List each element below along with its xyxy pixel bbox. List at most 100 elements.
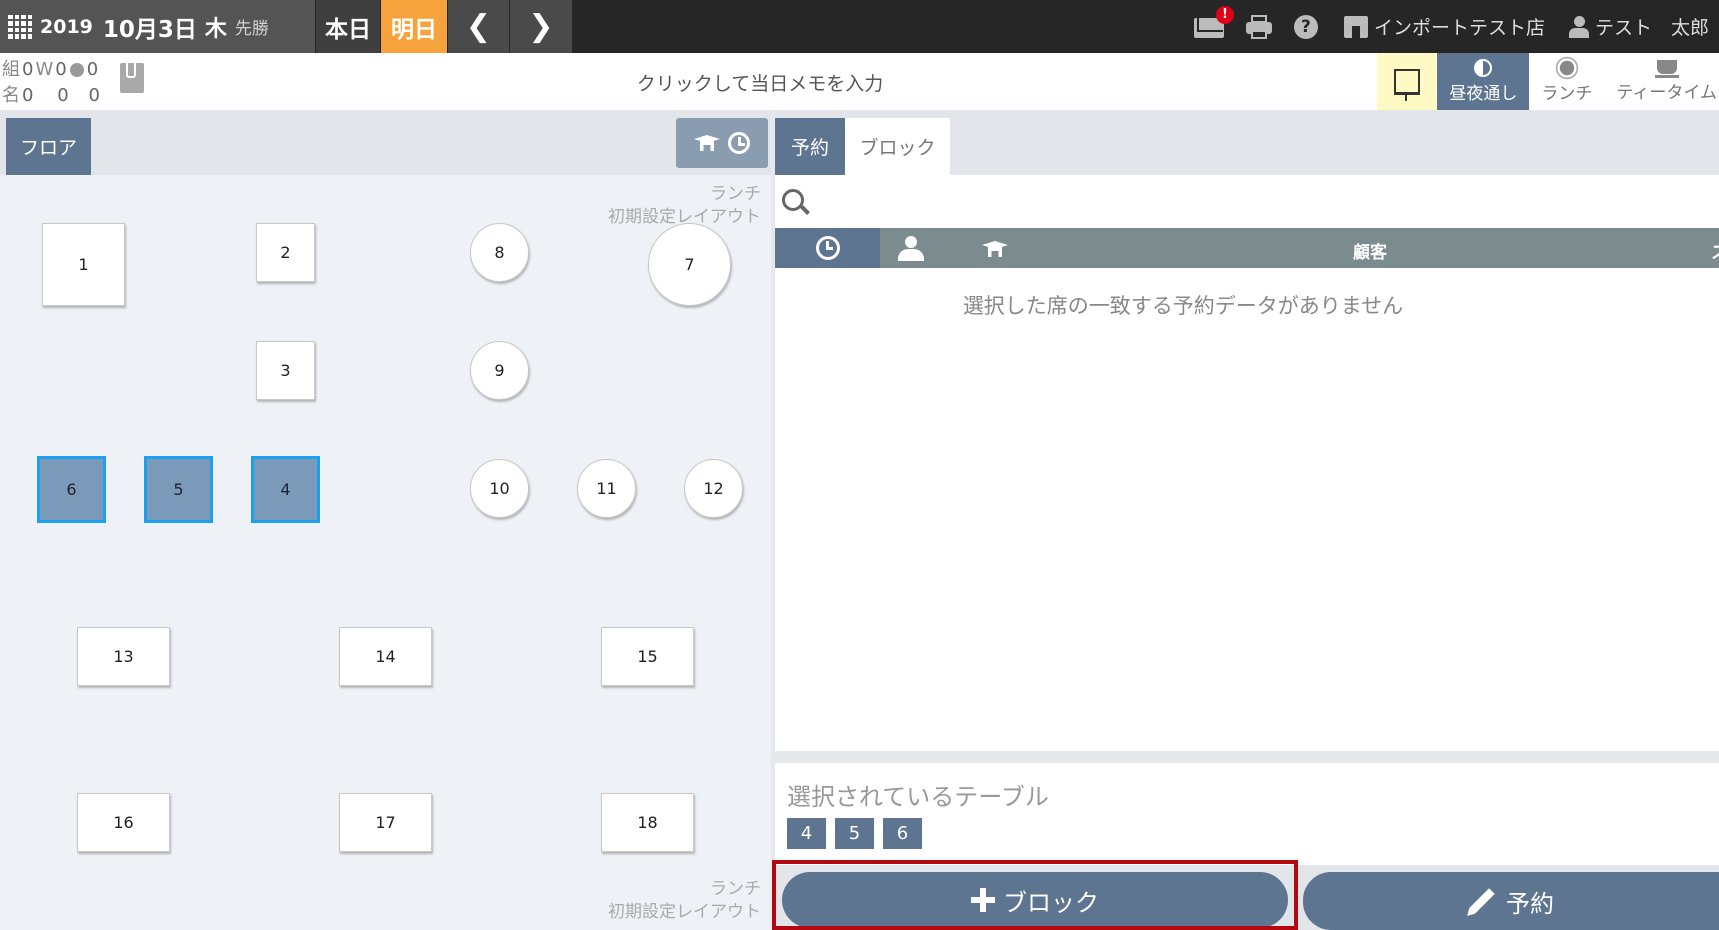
table-3[interactable]: 3 <box>256 341 315 400</box>
table-12[interactable]: 12 <box>684 459 743 518</box>
mode-teatime-label: ティータイム <box>1616 83 1717 103</box>
count-person-walkin: 0 <box>57 85 69 106</box>
store-name: インポートテスト店 <box>1373 17 1545 39</box>
time-mode-tabs: 昼夜通し ランチ ティータイム <box>1377 53 1719 110</box>
table-16[interactable]: 16 <box>77 793 170 852</box>
table-11[interactable]: 11 <box>577 459 636 518</box>
top-bar: 2019 10月3日 木 先勝 本日 明日 ❮ ❯ ! ? インポートテスト店 <box>0 0 1719 53</box>
tab-reservation[interactable]: 予約 <box>775 118 845 175</box>
table-14[interactable]: 14 <box>339 627 432 686</box>
table-10[interactable]: 10 <box>470 459 529 518</box>
clock-icon <box>815 236 840 260</box>
layout-label-bottom: ランチ 初期設定レイアウト <box>608 879 761 922</box>
mode-all-day[interactable]: 昼夜通し <box>1437 53 1530 110</box>
empty-message: 選択した席の一致する予約データがありません <box>962 294 1404 318</box>
floor-tools-button[interactable] <box>676 118 768 168</box>
chevron-left-icon: ❮ <box>465 9 492 44</box>
projector-button[interactable] <box>1377 53 1438 110</box>
tomorrow-button[interactable]: 明日 <box>381 0 447 53</box>
count-walkin-label: W <box>35 59 54 80</box>
pencil-icon <box>1469 888 1495 914</box>
floor-header: フロア <box>0 110 771 175</box>
selected-tables-title: 選択されているテーブル <box>787 783 1049 811</box>
selected-table-chip[interactable]: 5 <box>835 818 874 849</box>
projector-icon <box>1394 68 1421 101</box>
reservation-header: 予約 ブロック <box>775 110 1719 175</box>
column-status[interactable]: ス <box>1711 238 1719 263</box>
tab-floor[interactable]: フロア <box>6 118 91 175</box>
selected-table-chip[interactable]: 6 <box>883 818 922 849</box>
table-13[interactable]: 13 <box>77 627 170 686</box>
selected-tables-panel: 選択されているテーブル 4 5 6 <box>775 763 1719 865</box>
column-customer[interactable]: 顧客 <box>1353 238 1387 263</box>
user-name: テスト 太郎 <box>1594 17 1709 39</box>
date-picker[interactable]: 2019 10月3日 木 先勝 <box>0 0 315 53</box>
mail-icon[interactable]: ! <box>1193 5 1234 38</box>
count-person-label: 名 <box>2 85 20 106</box>
table-7[interactable]: 7 <box>648 223 731 306</box>
table-5[interactable]: 5 <box>144 456 213 523</box>
globe-icon <box>69 63 84 77</box>
reservation-list-header: 顧客 ス <box>775 228 1719 268</box>
selected-tables-list: 4 5 6 <box>787 818 922 849</box>
user-icon <box>1568 15 1589 38</box>
help-icon[interactable]: ? <box>1293 14 1318 39</box>
sort-time-column[interactable] <box>775 228 880 268</box>
date-year: 2019 <box>40 15 93 38</box>
table-18[interactable]: 18 <box>601 793 694 852</box>
date-rokuyo: 先勝 <box>234 19 269 39</box>
mode-lunch-label: ランチ <box>1541 84 1593 104</box>
sun-icon <box>1559 60 1575 76</box>
print-icon[interactable] <box>1245 14 1272 39</box>
floor-map: ランチ 初期設定レイアウト 1 2 8 7 3 9 6 5 4 10 11 12… <box>0 175 771 930</box>
table-17[interactable]: 17 <box>339 793 432 852</box>
prev-day-button[interactable]: ❮ <box>448 0 509 53</box>
reservation-search[interactable] <box>775 175 1719 228</box>
highlight-frame <box>772 860 1298 930</box>
clipboard-icon[interactable] <box>120 60 144 93</box>
count-group-web: 0 <box>86 59 99 80</box>
table-6[interactable]: 6 <box>37 456 106 523</box>
half-circle-icon <box>1474 59 1493 77</box>
table-2[interactable]: 2 <box>256 223 315 282</box>
selected-table-chip[interactable]: 4 <box>787 818 826 849</box>
mode-all-day-label: 昼夜通し <box>1449 84 1518 104</box>
sub-bar: 組 0 W 0 0 名 0 0 0 クリックして当日メモを入力 昼夜通し ランチ… <box>0 53 1719 110</box>
cup-icon <box>1654 60 1679 78</box>
layout-label-top: ランチ 初期設定レイアウト <box>608 184 761 227</box>
header-right: ! ? インポートテスト店 テスト 太郎 <box>1193 0 1719 53</box>
clock-icon <box>728 132 750 154</box>
mode-lunch[interactable]: ランチ <box>1529 53 1604 110</box>
store-switcher[interactable]: インポートテスト店 <box>1343 13 1545 40</box>
mail-badge: ! <box>1215 5 1234 24</box>
table-1[interactable]: 1 <box>42 223 125 306</box>
new-reservation-label: 予約 <box>1506 889 1554 918</box>
table-15[interactable]: 15 <box>601 627 694 686</box>
day-memo-input[interactable]: クリックして当日メモを入力 <box>560 69 960 96</box>
table-8[interactable]: 8 <box>470 223 529 282</box>
graduation-cap-icon <box>694 135 720 151</box>
table-9[interactable]: 9 <box>470 341 529 400</box>
count-group-walkin: 0 <box>55 59 67 80</box>
user-menu[interactable]: テスト 太郎 <box>1568 13 1709 40</box>
table-4[interactable]: 4 <box>251 456 320 523</box>
search-icon <box>782 189 804 211</box>
next-day-button[interactable]: ❯ <box>510 0 572 53</box>
guest-counts: 組 0 W 0 0 名 0 0 0 <box>2 57 100 109</box>
calendar-icon <box>8 14 32 39</box>
store-icon <box>1343 15 1368 38</box>
reservation-list: 選択した席の一致する予約データがありません <box>775 268 1719 751</box>
count-person-web: 0 <box>88 85 100 106</box>
date-month-day: 10月3日 <box>102 16 197 43</box>
app-root: 2019 10月3日 木 先勝 本日 明日 ❮ ❯ ! ? インポートテスト店 <box>0 0 1719 930</box>
count-group-label: 組 <box>2 59 20 80</box>
count-person-total: 0 <box>22 85 34 106</box>
mode-teatime[interactable]: ティータイム <box>1604 53 1719 110</box>
date-weekday: 木 <box>204 16 227 42</box>
chevron-right-icon: ❯ <box>528 9 554 44</box>
today-button[interactable]: 本日 <box>316 0 380 53</box>
new-reservation-button[interactable]: 予約 <box>1303 872 1719 930</box>
person-icon[interactable] <box>898 236 924 262</box>
tab-block[interactable]: ブロック <box>845 118 950 175</box>
count-group-total: 0 <box>22 59 34 80</box>
